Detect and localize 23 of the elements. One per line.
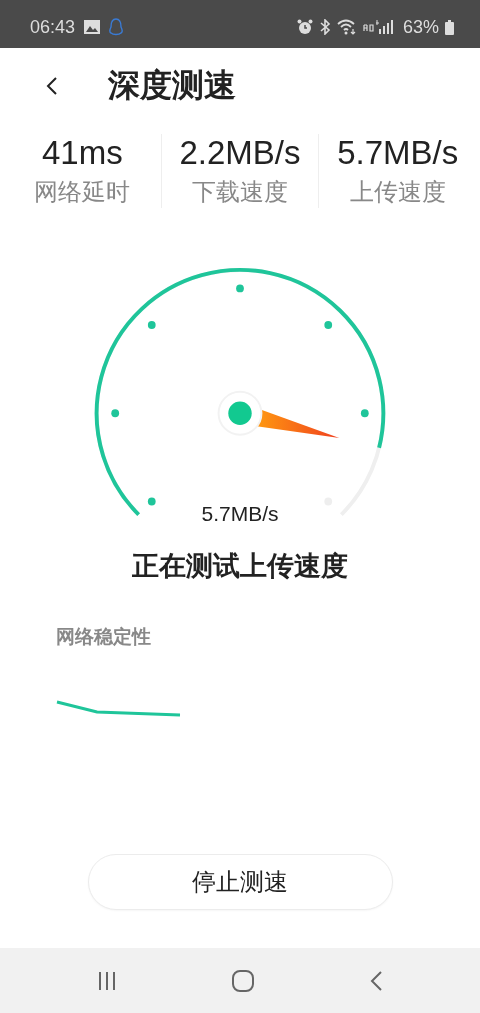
speed-reading: 5.7MB/s — [201, 502, 279, 526]
alarm-icon — [296, 19, 313, 35]
recent-apps-icon[interactable] — [97, 970, 117, 991]
chevron-left-icon — [46, 76, 58, 96]
home-icon[interactable] — [231, 968, 255, 993]
stat-value: 41ms — [42, 134, 123, 172]
stat-value: 2.2MB/s — [179, 134, 301, 172]
stat-label: 网络延时 — [34, 177, 131, 208]
penguin-icon — [109, 18, 124, 36]
page-title: 深度测速 — [108, 65, 236, 106]
stat-label: 上传速度 — [349, 177, 446, 208]
back-nav-icon[interactable] — [369, 969, 383, 992]
bluetooth-icon — [318, 19, 331, 35]
stat-value: 5.7MB/s — [337, 134, 459, 172]
image-icon — [84, 20, 101, 34]
battery-percent: 63% — [402, 16, 439, 38]
stat-label: 下载速度 — [192, 177, 288, 208]
wifi-icon — [336, 19, 357, 35]
battery-icon — [445, 19, 454, 35]
stability-label: 网络稳定性 — [56, 624, 152, 649]
status-time: 06:43 — [30, 16, 76, 38]
test-status-text: 正在测试上传速度 — [131, 549, 349, 583]
stop-test-button[interactable]: 停止测速 — [87, 854, 393, 910]
